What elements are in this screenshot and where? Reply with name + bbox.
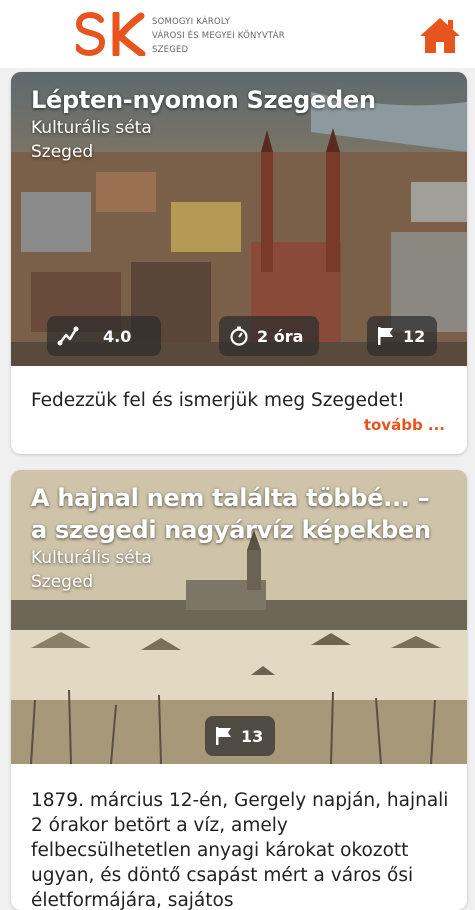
stations-value: 12 [403,326,426,346]
difficulty-stat: 4.0 [47,316,161,356]
tour-title-2: A hajnal nem találta többé... – a szeged… [31,484,431,544]
library-name-line-1: SOMOGYI KÁROLY [152,17,231,27]
library-name: SOMOGYI KÁROLY VÁROSI ÉS MEGYEI KÖNYVTÁR… [152,15,285,57]
tour-card-1[interactable]: Lépten-nyomon Szegeden Kulturális séta S… [11,72,467,454]
stations-value-2: 13 [241,726,264,746]
tour-category-1: Kulturális séta [31,118,152,138]
route-icon [57,326,79,346]
stations-stat-2: 13 [205,716,275,756]
tour-title-1: Lépten-nyomon Szegeden [31,86,376,114]
more-link[interactable]: tovább ... [364,416,445,434]
home-icon[interactable] [418,15,462,55]
tour-city-1: Szeged [31,142,94,162]
tour-description-2: 1879. március 12-én, Gergely napján, haj… [31,790,449,910]
tour-card-2[interactable]: A hajnal nem találta többé... – a szeged… [11,470,467,910]
stations-stat: 12 [367,316,437,356]
duration-stat: 2 óra [219,316,319,356]
app-header: SOMOGYI KÁROLY VÁROSI ÉS MEGYEI KÖNYVTÁR… [0,0,475,68]
duration-value: 2 óra [257,326,304,346]
flag-icon [216,727,231,745]
library-logo [76,12,146,56]
library-name-line-2: VÁROSI ÉS MEGYEI KÖNYVTÁR [152,31,285,41]
tour-photo-2: A hajnal nem találta többé... – a szeged… [11,470,467,764]
library-name-line-3: SZEGED [152,45,189,55]
tour-photo-1: Lépten-nyomon Szegeden Kulturális séta S… [11,72,467,366]
flag-icon [378,327,393,345]
tour-city-2: Szeged [31,572,94,592]
difficulty-value: 4.0 [103,326,132,346]
stopwatch-icon [230,326,248,346]
tour-description-1: Fedezzük fel és ismerjük meg Szegedet! [31,390,405,411]
tour-category-2: Kulturális séta [31,548,152,568]
